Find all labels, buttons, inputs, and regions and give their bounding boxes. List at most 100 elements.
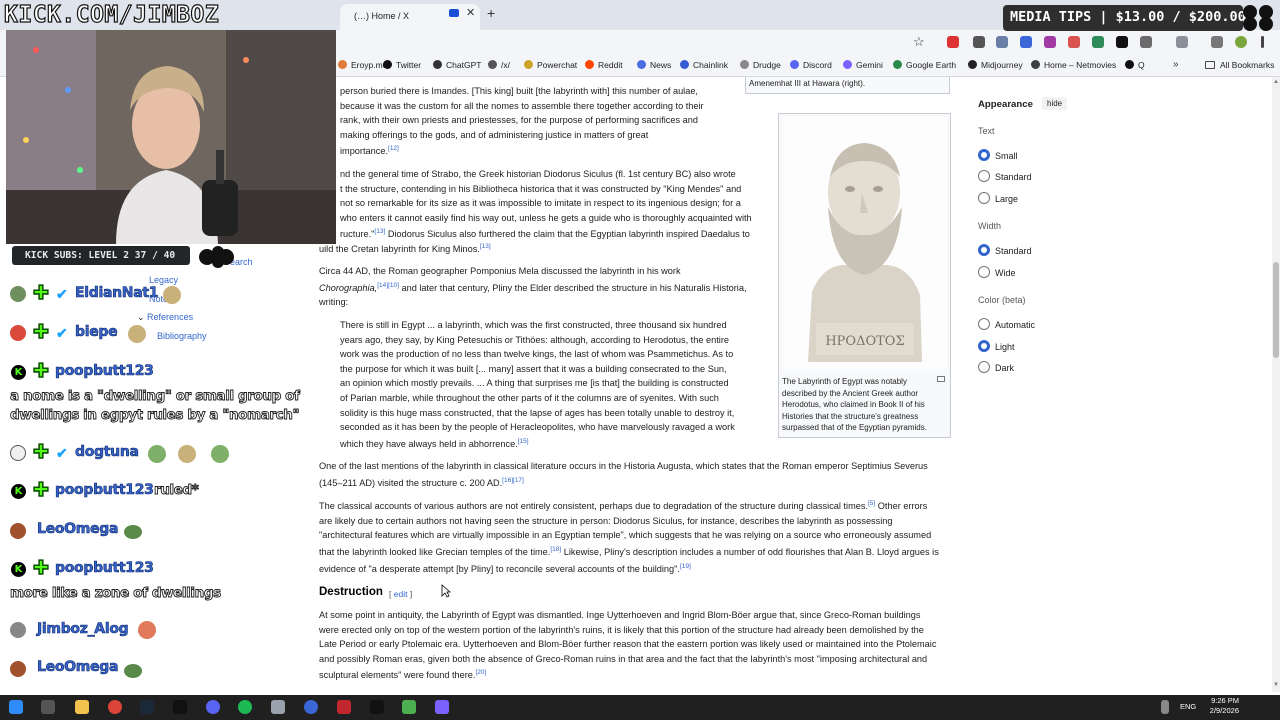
bookmark-item[interactable]: Gemini (843, 60, 883, 70)
chat-username[interactable]: EldianNat1 (75, 285, 159, 302)
chat-username[interactable]: Jimboz_Alog (37, 621, 129, 638)
chat-message: more like a zone of dwellings (10, 585, 222, 602)
extension-icon[interactable] (1044, 36, 1056, 48)
herodotus-bust-image[interactable]: ΗΡΟΔΟΤΟΣ (782, 117, 947, 369)
chat-username[interactable]: poopbutt123 (55, 363, 154, 380)
tab-audio-icon[interactable] (449, 9, 459, 17)
app-icon[interactable] (435, 700, 449, 714)
scrollbar-thumb[interactable] (1273, 262, 1279, 358)
chat-username[interactable]: poopbutt123 (55, 482, 154, 499)
all-bookmarks[interactable]: All Bookmarks (1205, 60, 1274, 70)
bookmark-item[interactable]: Twitter (383, 60, 421, 70)
citation[interactable]: [12] (388, 145, 399, 152)
bookmark-item[interactable]: Chainlink (680, 60, 728, 70)
enlarge-icon[interactable] (937, 376, 945, 382)
citation[interactable]: [13] (480, 243, 491, 250)
radio-text-small[interactable] (978, 149, 990, 161)
bookmark-star-icon[interactable]: ☆ (913, 34, 925, 50)
bookmark-item[interactable]: Home – Netmovies (1031, 60, 1116, 70)
puzzle-icon[interactable] (1140, 36, 1152, 48)
bookmark-item[interactable]: Reddit (585, 60, 623, 70)
citation[interactable]: [20] (475, 669, 486, 676)
citation[interactable]: [13] (374, 228, 385, 235)
bookmark-item[interactable]: Q (1125, 60, 1145, 70)
bookmark-item[interactable]: /x/ (488, 60, 510, 70)
chat-username[interactable]: LeoOmega (37, 521, 119, 538)
extension-icon[interactable] (1068, 36, 1080, 48)
new-tab-button[interactable]: + (487, 5, 495, 21)
menu-icon[interactable] (1261, 36, 1264, 48)
bookmarks-overflow-icon[interactable]: » (1173, 59, 1179, 70)
citation[interactable]: [19] (680, 563, 691, 570)
tab-active[interactable]: (…) Home / X (340, 4, 480, 30)
bookmark-item[interactable]: Eroyp.me (338, 60, 387, 70)
chrome-icon[interactable] (108, 700, 122, 714)
bookmark-item[interactable]: Google Earth (893, 60, 956, 70)
radio-width-wide[interactable] (978, 266, 990, 278)
x-extension-icon[interactable] (1116, 36, 1128, 48)
bookmark-item[interactable]: Powerchat (524, 60, 577, 70)
kick-subs-goal: KICK SUBS: LEVEL 2 37 / 40 (12, 246, 190, 265)
x-app-icon[interactable] (370, 700, 384, 714)
article-paragraph: At some point in antiquity, the Labyrint… (319, 610, 937, 681)
citation[interactable]: [18] (550, 546, 561, 553)
toc-bibliography[interactable]: Bibliography (157, 331, 207, 341)
bookmark-favicon-icon (433, 60, 442, 69)
plus-badge-icon: ✚ (33, 322, 50, 343)
bookmark-item[interactable]: ChatGPT (433, 60, 481, 70)
app-icon[interactable] (271, 700, 285, 714)
tab-close-icon[interactable]: ✕ (466, 6, 475, 19)
sidebar-icon[interactable] (1176, 36, 1188, 48)
scroll-down-icon[interactable]: ▼ (1273, 682, 1279, 688)
obs-icon[interactable] (304, 700, 318, 714)
extension-icon[interactable] (947, 36, 959, 48)
bookmark-item[interactable]: News (637, 60, 671, 70)
scroll-up-icon[interactable]: ▲ (1273, 79, 1279, 85)
language-indicator[interactable]: ENG (1180, 702, 1196, 711)
steam-icon[interactable] (140, 700, 154, 714)
citation[interactable]: [15] (518, 438, 529, 445)
verified-badge-icon: ✔ (56, 445, 68, 461)
radio-text-large[interactable] (978, 192, 990, 204)
appearance-hide-button[interactable]: hide (1042, 97, 1068, 110)
extension-icon[interactable] (1092, 36, 1104, 48)
bookmark-item[interactable]: Midjourney (968, 60, 1023, 70)
toc-references[interactable]: ⌄ References (137, 312, 193, 323)
discord-icon[interactable] (206, 700, 220, 714)
app-icon[interactable] (337, 700, 351, 714)
extension-icon[interactable] (996, 36, 1008, 48)
clock[interactable]: 9:26 PM 2/9/2026 (1207, 696, 1239, 716)
radio-color-light[interactable] (978, 340, 990, 352)
extension-icon[interactable] (973, 36, 985, 48)
spotify-icon[interactable] (238, 700, 252, 714)
scrollbar[interactable] (1272, 77, 1280, 692)
edit-link[interactable]: [ edit ] (389, 589, 412, 599)
bookmark-item[interactable]: Drudge (740, 60, 781, 70)
chat-username[interactable]: LeoOmega (37, 659, 119, 676)
block-quote: There is still in Egypt ... a labyrinth,… (340, 320, 735, 449)
task-view-icon[interactable] (41, 700, 55, 714)
citation[interactable]: [16][17] (502, 477, 524, 484)
tray-chevron-icon[interactable] (1161, 700, 1169, 714)
chat-username[interactable]: poopbutt123 (55, 560, 154, 577)
downloads-icon[interactable] (1211, 36, 1223, 48)
extension-icon[interactable] (1020, 36, 1032, 48)
radio-width-standard[interactable] (978, 244, 990, 256)
kick-app-icon[interactable] (173, 700, 187, 714)
bookmark-item[interactable]: Discord (790, 60, 832, 70)
minecraft-icon[interactable] (402, 700, 416, 714)
toc-legacy[interactable]: Legacy (149, 275, 178, 285)
radio-color-dark[interactable] (978, 361, 990, 373)
channel-url: KICK.COM/JIMBOZ (3, 1, 220, 28)
radio-color-automatic[interactable] (978, 318, 990, 330)
chat-username[interactable]: biepe (75, 324, 118, 341)
chat-username[interactable]: dogtuna (75, 444, 140, 461)
citation[interactable]: [14][10] (377, 282, 399, 289)
bookmark-label: Chainlink (693, 60, 728, 70)
windows-start-icon[interactable] (9, 700, 23, 714)
radio-text-standard[interactable] (978, 170, 990, 182)
file-explorer-icon[interactable] (75, 700, 89, 714)
taskbar (0, 695, 1280, 720)
bookmark-favicon-icon (740, 60, 749, 69)
profile-avatar[interactable] (1235, 36, 1247, 48)
